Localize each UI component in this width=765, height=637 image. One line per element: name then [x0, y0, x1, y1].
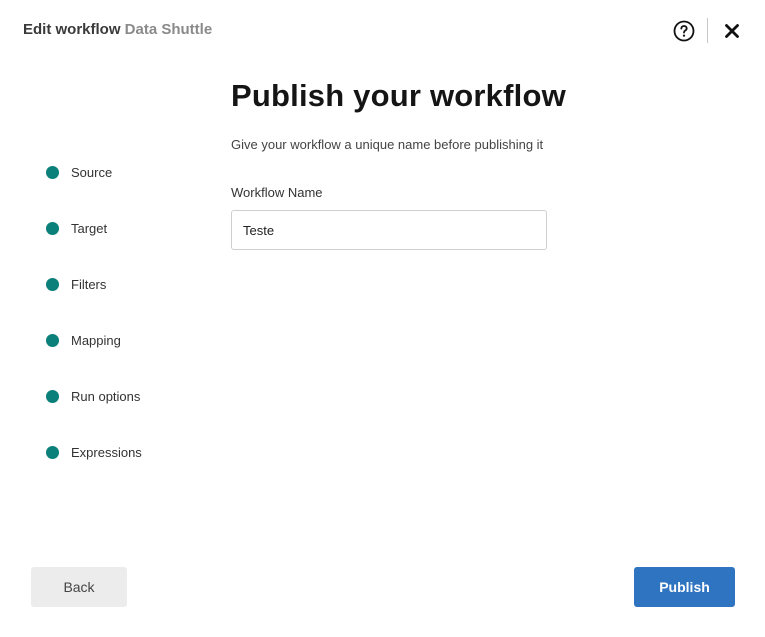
header-title-text: Edit workflow [23, 21, 121, 38]
header-title: Edit workflow Data Shuttle [23, 21, 212, 38]
step-label: Source [71, 164, 113, 180]
step-label: Run options [71, 388, 141, 404]
help-button[interactable] [673, 20, 695, 42]
header-app-name: Data Shuttle [124, 21, 213, 38]
step-item-run-options[interactable]: Run options [46, 384, 142, 408]
page-subtitle: Give your workflow a unique name before … [231, 137, 544, 152]
publish-workflow-dialog: Edit workflow Data Shuttle Source Target… [0, 0, 765, 637]
step-label: Filters [71, 276, 107, 292]
step-list: Source Target Filters Mapping Run option… [46, 160, 142, 496]
step-label: Expressions [71, 444, 142, 460]
question-circle-icon [673, 20, 695, 42]
step-status-dot [46, 445, 59, 459]
step-item-target[interactable]: Target [46, 216, 142, 240]
step-item-expressions[interactable]: Expressions [46, 440, 142, 464]
step-item-filters[interactable]: Filters [46, 272, 142, 296]
step-status-dot [46, 389, 59, 403]
step-status-dot [46, 333, 59, 347]
page-title: Publish your workflow [231, 78, 566, 113]
close-button[interactable] [723, 22, 741, 40]
step-item-mapping[interactable]: Mapping [46, 328, 142, 352]
step-label: Mapping [71, 332, 121, 348]
header-divider [707, 18, 708, 43]
step-status-dot [46, 221, 59, 235]
workflow-name-label: Workflow Name [231, 185, 323, 200]
step-label: Target [71, 220, 108, 236]
step-item-source[interactable]: Source [46, 160, 142, 184]
step-status-dot [46, 165, 59, 179]
close-x-icon [725, 24, 739, 38]
step-status-dot [46, 277, 59, 291]
workflow-name-input[interactable] [231, 210, 547, 250]
back-button[interactable]: Back [31, 567, 127, 607]
publish-button[interactable]: Publish [634, 567, 735, 607]
